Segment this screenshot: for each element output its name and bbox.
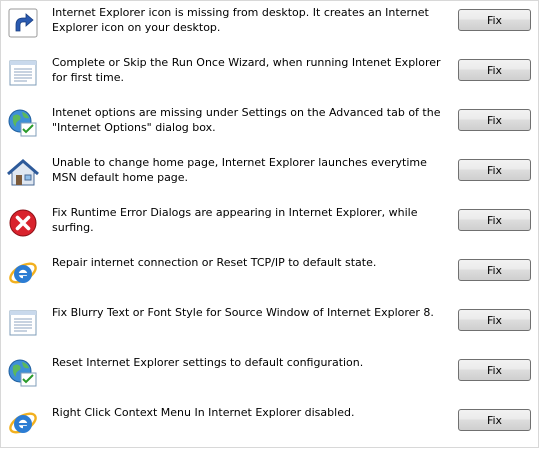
internet-explorer-icon xyxy=(7,407,39,439)
internet-options-globe-icon xyxy=(7,107,39,139)
fix-button[interactable]: Fix xyxy=(458,159,531,181)
fix-row: Repair internet connection or Reset TCP/… xyxy=(1,251,539,301)
fix-description: Reset Internet Explorer settings to defa… xyxy=(52,356,364,369)
fix-row: Intenet options are missing under Settin… xyxy=(1,101,539,151)
fix-description: Right Click Context Menu In Internet Exp… xyxy=(52,406,355,419)
fix-button[interactable]: Fix xyxy=(458,109,531,131)
fix-list-panel: Internet Explorer icon is missing from d… xyxy=(0,0,539,448)
fix-button[interactable]: Fix xyxy=(458,359,531,381)
internet-options-globe-icon xyxy=(7,357,39,389)
fix-row: Right Click Context Menu In Internet Exp… xyxy=(1,401,539,451)
fix-button[interactable]: Fix xyxy=(458,9,531,31)
internet-explorer-icon xyxy=(7,257,39,289)
fix-button[interactable]: Fix xyxy=(458,209,531,231)
fix-description: Repair internet connection or Reset TCP/… xyxy=(52,256,377,269)
fix-description: Fix Blurry Text or Font Style for Source… xyxy=(52,306,434,319)
shortcut-arrow-icon xyxy=(7,7,39,39)
document-window-icon xyxy=(7,57,39,89)
fix-row: Unable to change home page, Internet Exp… xyxy=(1,151,539,201)
fix-button[interactable]: Fix xyxy=(458,59,531,81)
error-icon xyxy=(7,207,39,239)
fix-description: Complete or Skip the Run Once Wizard, wh… xyxy=(52,56,441,84)
fix-row: Reset Internet Explorer settings to defa… xyxy=(1,351,539,401)
fix-button[interactable]: Fix xyxy=(458,309,531,331)
document-window-icon xyxy=(7,307,39,339)
fix-description: Unable to change home page, Internet Exp… xyxy=(52,156,427,184)
fix-row: Internet Explorer icon is missing from d… xyxy=(1,1,539,51)
fix-row: Fix Blurry Text or Font Style for Source… xyxy=(1,301,539,351)
fix-description: Intenet options are missing under Settin… xyxy=(52,106,441,134)
fix-row: Complete or Skip the Run Once Wizard, wh… xyxy=(1,51,539,101)
home-icon xyxy=(7,157,39,189)
fix-button[interactable]: Fix xyxy=(458,409,531,431)
fix-row: Fix Runtime Error Dialogs are appearing … xyxy=(1,201,539,251)
fix-button[interactable]: Fix xyxy=(458,259,531,281)
fix-description: Fix Runtime Error Dialogs are appearing … xyxy=(52,206,418,234)
fix-description: Internet Explorer icon is missing from d… xyxy=(52,6,429,34)
